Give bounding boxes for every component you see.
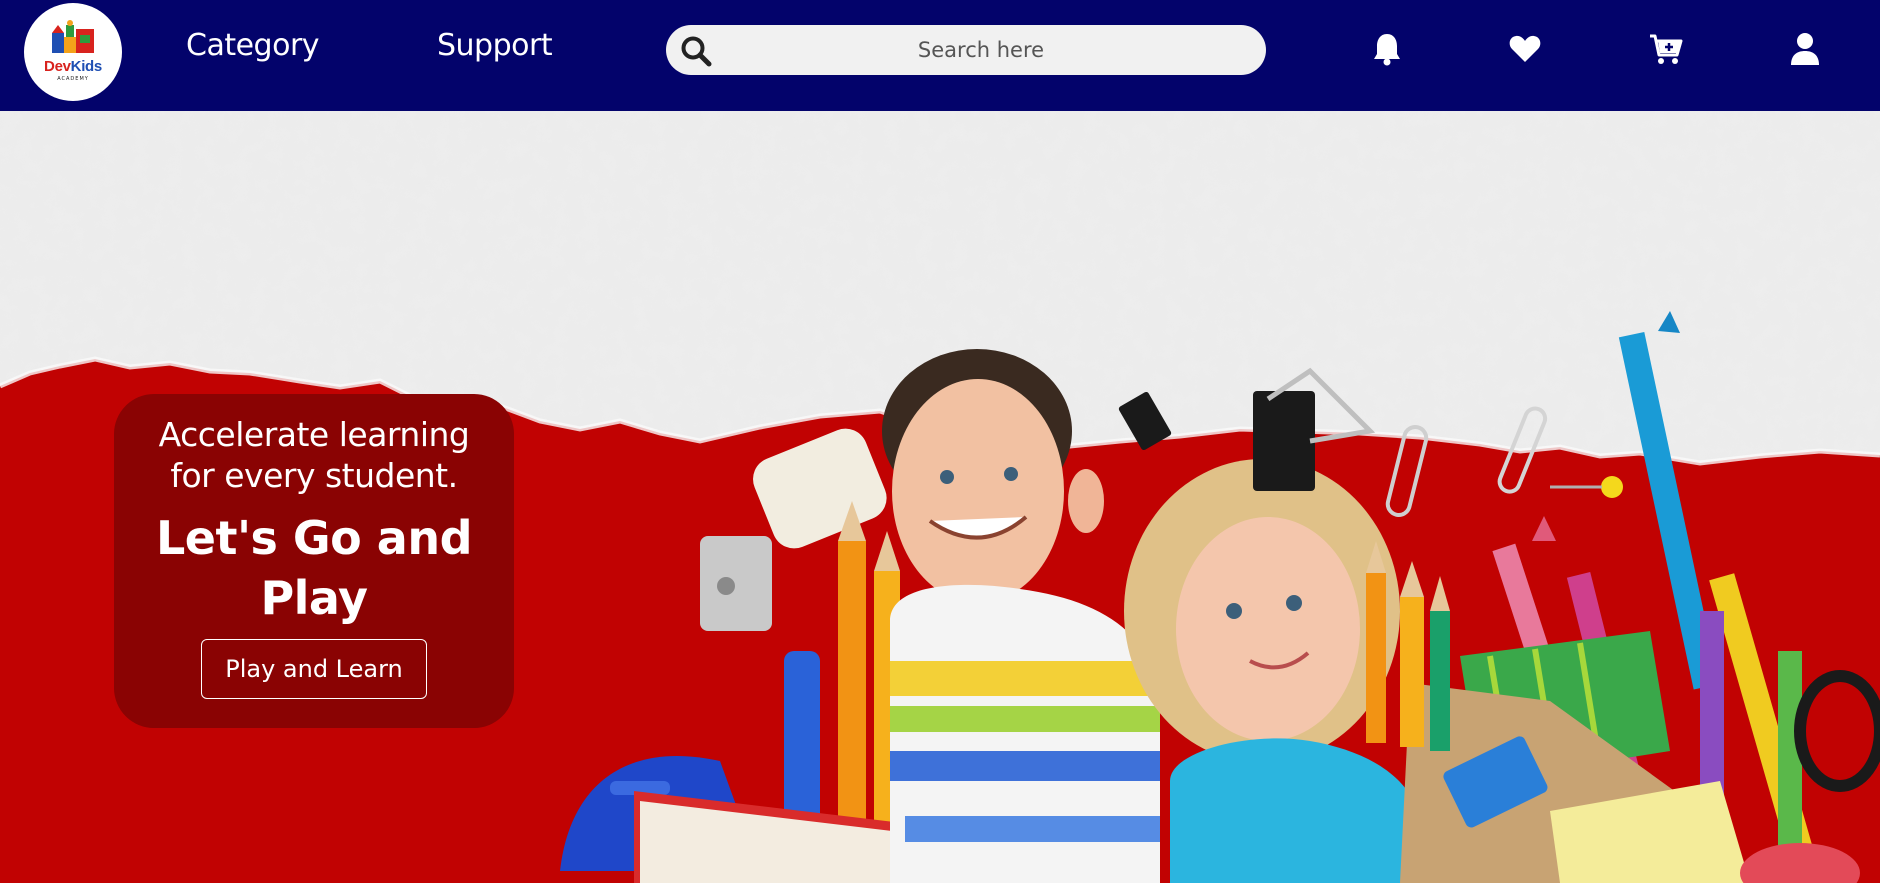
hero-subtitle-line-2: for every student.: [170, 456, 458, 495]
toy-blocks-icon: [52, 20, 94, 53]
logo-wordmark: DevKids: [44, 58, 102, 75]
search-input[interactable]: [726, 25, 1236, 75]
hero-section: Accelerate learning for every student. L…: [0, 111, 1880, 883]
hero-title-line-2: Play: [260, 571, 368, 625]
play-and-learn-button[interactable]: Play and Learn: [201, 639, 427, 699]
hero-subtitle-line-1: Accelerate learning: [158, 415, 470, 454]
top-navbar: DevKids ACADEMY Category Support: [0, 0, 1880, 111]
search-icon[interactable]: [680, 35, 712, 67]
hero-title: Let's Go and Play: [114, 508, 514, 628]
hero-title-line-1: Let's Go and: [155, 511, 473, 565]
cart-icon[interactable]: [1649, 31, 1683, 67]
bell-icon[interactable]: [1370, 31, 1404, 67]
hero-promo-card: Accelerate learning for every student. L…: [114, 394, 514, 728]
user-icon[interactable]: [1788, 31, 1822, 67]
hero-subtitle: Accelerate learning for every student.: [114, 414, 514, 496]
nav-support-link[interactable]: Support: [437, 28, 553, 63]
search-bar: [666, 25, 1266, 75]
devkids-logo[interactable]: DevKids ACADEMY: [24, 3, 122, 101]
nav-category-link[interactable]: Category: [186, 28, 320, 63]
heart-icon[interactable]: [1508, 31, 1542, 67]
hero-kids-school-supplies-image: [560, 311, 1880, 883]
logo-subtitle: ACADEMY: [57, 76, 89, 82]
